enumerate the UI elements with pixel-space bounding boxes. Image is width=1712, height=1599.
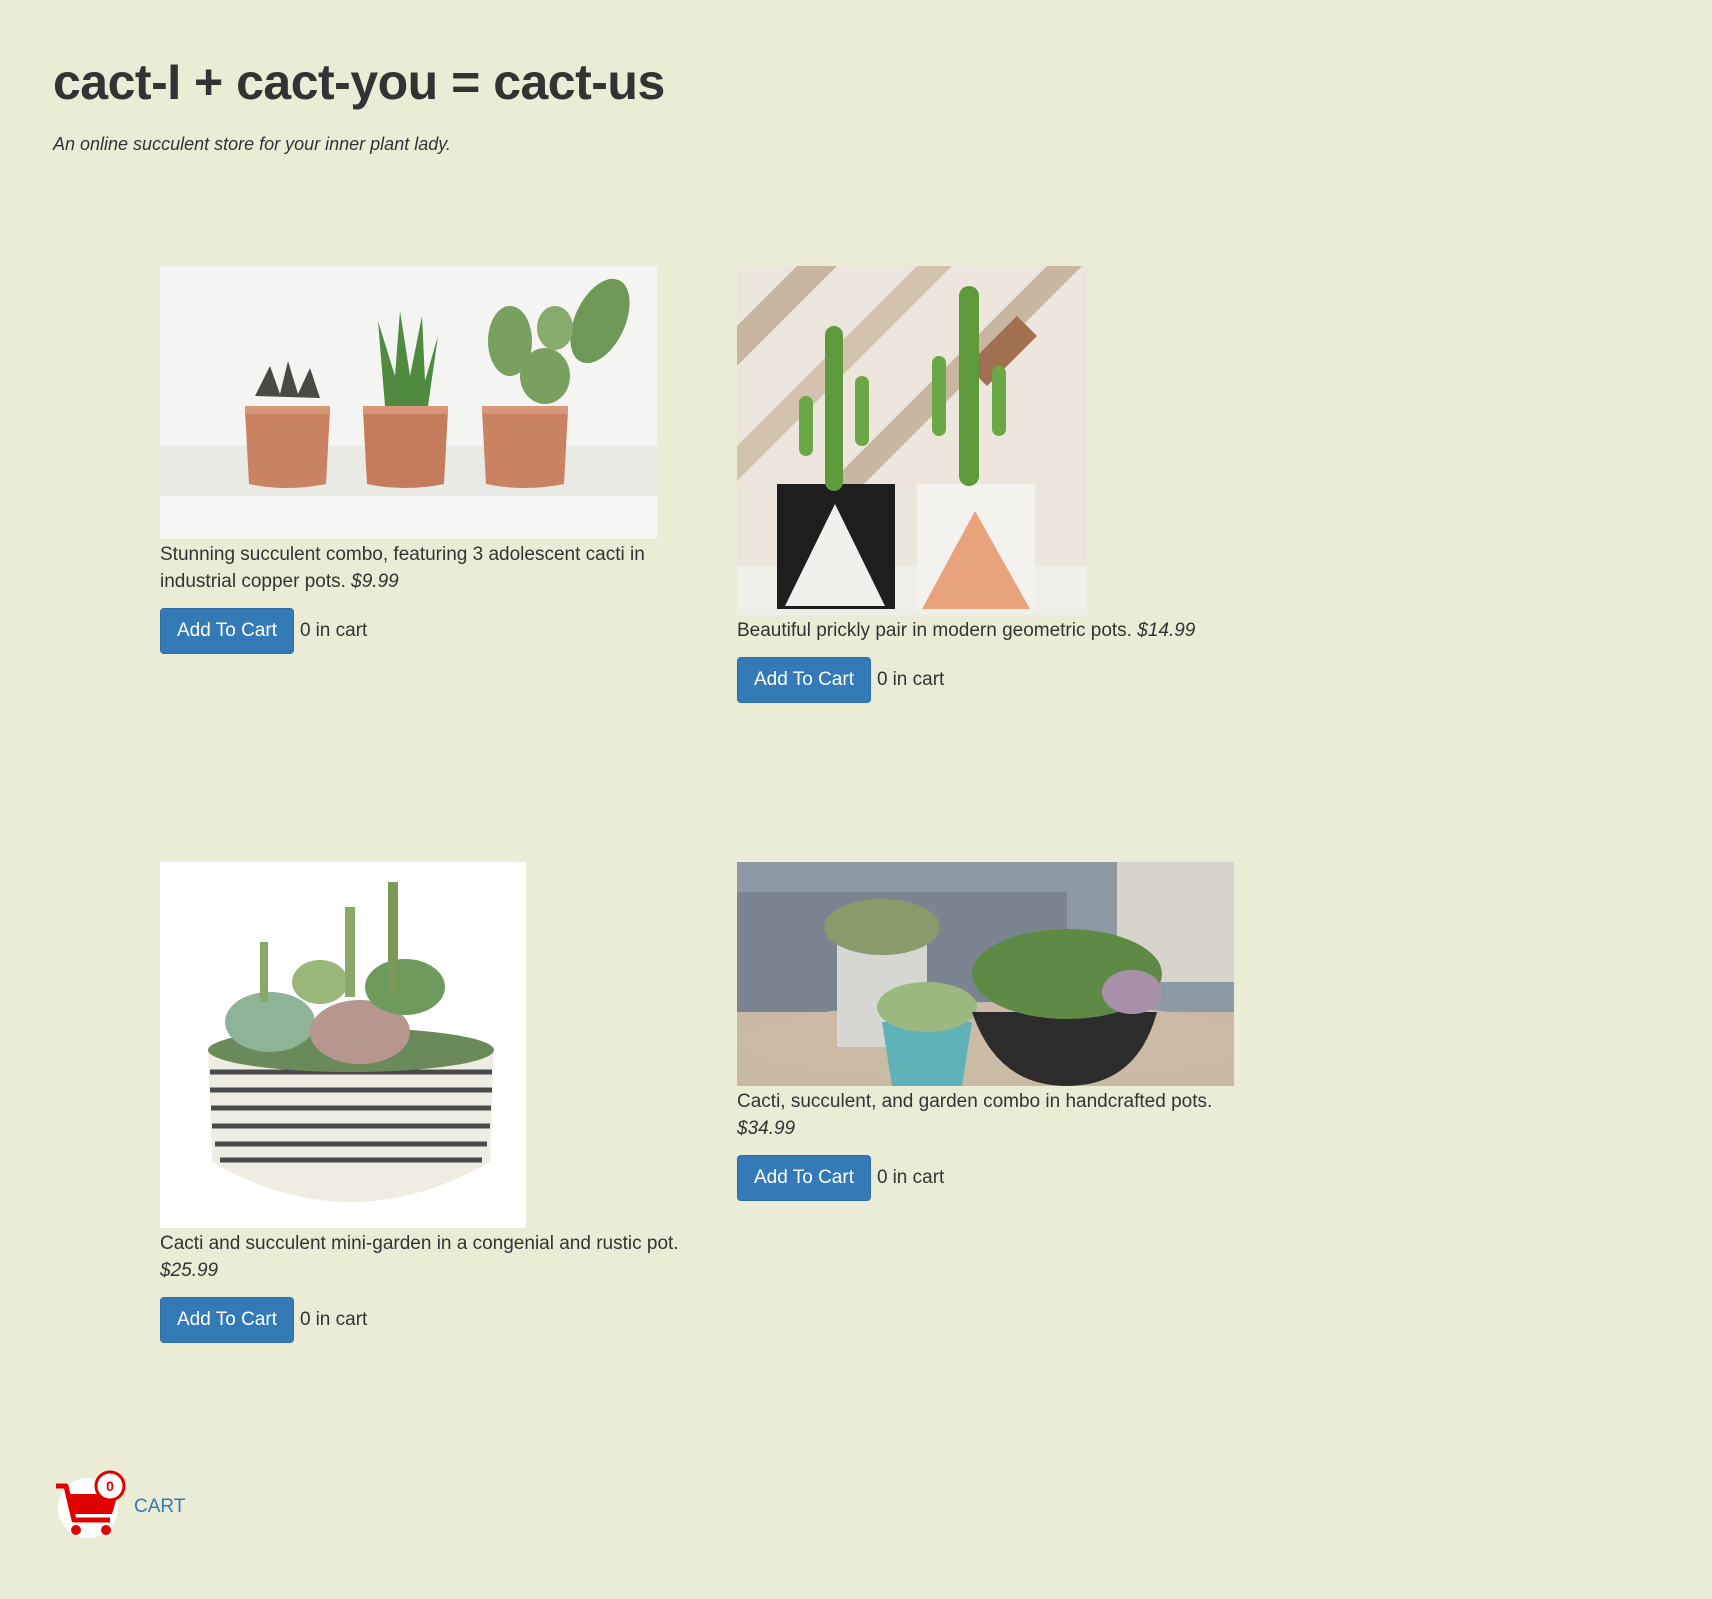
- add-to-cart-button[interactable]: Add To Cart: [160, 1297, 294, 1343]
- add-to-cart-button[interactable]: Add To Cart: [737, 657, 871, 703]
- price: $14.99: [1137, 620, 1196, 641]
- site-tagline: An online succulent store for your inner…: [53, 134, 451, 154]
- product-card: Cacti, succulent, and garden combo in ha…: [737, 862, 1237, 1201]
- cart-count-label: in cart: [892, 1167, 945, 1188]
- add-to-cart-button[interactable]: Add To Cart: [160, 608, 294, 654]
- product-actions: Add To Cart 0 in cart: [160, 1297, 700, 1343]
- cart-count: 0: [876, 669, 888, 690]
- product-card: Beautiful prickly pair in modern geometr…: [737, 266, 1237, 703]
- geometric-pots-cacti-photo: [737, 266, 1087, 615]
- product-actions: Add To Cart 0 in cart: [737, 1155, 1237, 1201]
- in-cart-status: 0 in cart: [877, 1167, 944, 1189]
- in-cart-status: 0 in cart: [300, 620, 367, 642]
- site-title: cact-I + cact-you = cact-us: [53, 54, 665, 110]
- price: $25.99: [160, 1260, 219, 1281]
- cart-link[interactable]: CART: [134, 1496, 185, 1518]
- cart-count: 0: [299, 620, 311, 641]
- cart-count: 0: [299, 1309, 311, 1330]
- cart-count-label: in cart: [892, 669, 945, 690]
- product-description: Stunning succulent combo, featuring 3 ad…: [160, 541, 660, 595]
- cart-count-label: in cart: [315, 620, 368, 641]
- product-actions: Add To Cart 0 in cart: [160, 608, 660, 654]
- shopping-cart-icon[interactable]: 0: [54, 1470, 128, 1540]
- product-description: Cacti and succulent mini-garden in a con…: [160, 1230, 700, 1284]
- price: $9.99: [351, 571, 399, 592]
- description-text: Cacti and succulent mini-garden in a con…: [160, 1233, 679, 1254]
- header: cact-I + cact-you = cact-us An online su…: [53, 50, 665, 155]
- product-image[interactable]: [737, 266, 1087, 615]
- description-text: Stunning succulent combo, featuring 3 ad…: [160, 544, 645, 592]
- description-text: Beautiful prickly pair in modern geometr…: [737, 620, 1132, 641]
- striped-bowl-succulents-photo: [160, 862, 526, 1228]
- copper-pots-cacti-photo: [160, 266, 657, 539]
- product-actions: Add To Cart 0 in cart: [737, 657, 1237, 703]
- cart-count-label: in cart: [315, 1309, 368, 1330]
- add-to-cart-button[interactable]: Add To Cart: [737, 1155, 871, 1201]
- in-cart-status: 0 in cart: [300, 1309, 367, 1331]
- description-text: Cacti, succulent, and garden combo in ha…: [737, 1091, 1213, 1112]
- cart-count: 0: [876, 1167, 888, 1188]
- cart-badge: 0: [106, 1478, 114, 1494]
- product-image[interactable]: [160, 266, 657, 539]
- product-card: Stunning succulent combo, featuring 3 ad…: [160, 266, 660, 654]
- product-card: Cacti and succulent mini-garden in a con…: [160, 862, 700, 1343]
- product-description: Beautiful prickly pair in modern geometr…: [737, 617, 1237, 644]
- cart-widget[interactable]: 0 CART: [54, 1470, 185, 1540]
- page: cact-I + cact-you = cact-us An online su…: [0, 0, 1712, 1599]
- handcrafted-pots-succulents-photo: [737, 862, 1234, 1086]
- product-description: Cacti, succulent, and garden combo in ha…: [737, 1088, 1237, 1142]
- product-image[interactable]: [160, 862, 526, 1228]
- product-image[interactable]: [737, 862, 1234, 1086]
- in-cart-status: 0 in cart: [877, 669, 944, 691]
- price: $34.99: [737, 1118, 796, 1139]
